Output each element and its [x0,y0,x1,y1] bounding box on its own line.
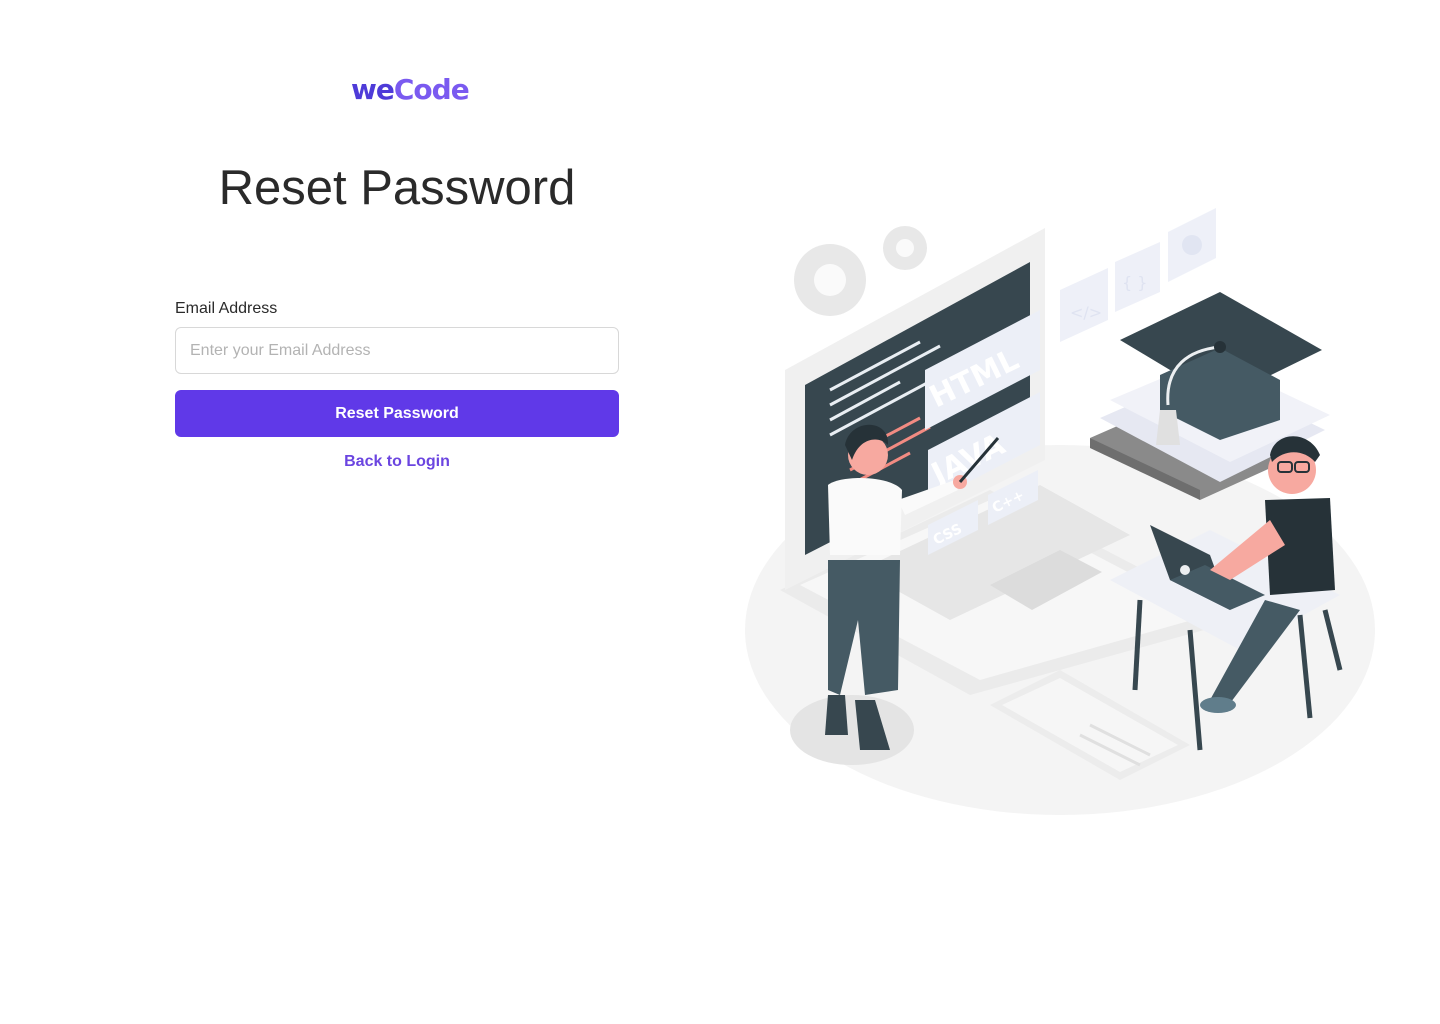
hero-illustration: </> { } HTML JAVA CSS C++ [740,200,1390,820]
braces-text: { } [1122,273,1147,292]
wecode-logo: weCode [351,72,470,108]
reset-password-button[interactable]: Reset Password [175,390,619,437]
curly-braces-icon: { } [1115,242,1160,312]
code-tag-text: </> [1070,303,1102,322]
logo-code-text: Code [393,73,470,106]
code-brackets-icon: </> [1060,268,1108,342]
coding-class-illustration: </> { } HTML JAVA CSS C++ [745,208,1375,815]
gear-tile-icon [1168,208,1216,282]
back-to-login-link[interactable]: Back to Login [175,452,619,472]
logo-we-text: we [351,73,395,106]
email-input[interactable] [175,327,619,374]
email-label: Email Address [175,300,278,317]
gear-icon [794,226,927,316]
page-title: Reset Password [218,161,576,215]
